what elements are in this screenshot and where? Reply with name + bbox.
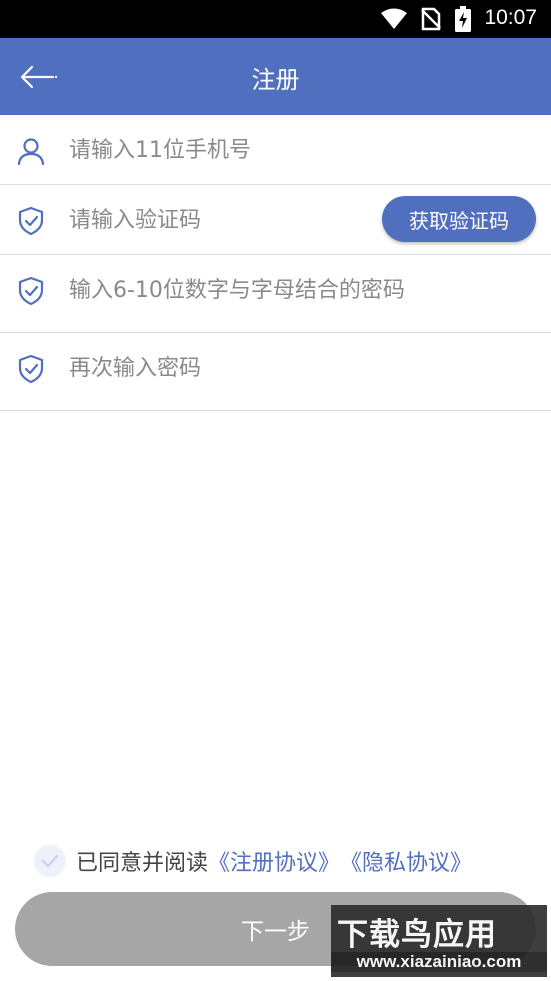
confirm-password-input[interactable] <box>69 347 529 389</box>
page-title: 注册 <box>251 66 300 94</box>
register-form: 获取验证码 <box>0 115 551 411</box>
status-icons <box>381 6 471 32</box>
phone-row <box>0 115 551 185</box>
user-icon <box>17 138 45 166</box>
privacy-agreement-link[interactable]: 《隐私协议》 <box>340 845 472 877</box>
verification-code-input[interactable] <box>69 199 369 241</box>
code-row: 获取验证码 <box>0 185 551 255</box>
watermark-logo: 下载鸟应用 www.xiazainiao.com <box>331 905 547 977</box>
register-agreement-link[interactable]: 《注册协议》 <box>208 845 340 877</box>
watermark-url: www.xiazainiao.com <box>331 952 547 972</box>
agreement: 已同意并阅读 《注册协议》 《隐私协议》 <box>34 843 472 879</box>
confirm-password-row <box>0 333 551 411</box>
app-bar: 注册 <box>0 38 551 115</box>
phone-input[interactable] <box>69 129 369 171</box>
no-sim-icon <box>421 7 441 31</box>
wifi-icon <box>381 8 407 29</box>
agree-checkbox[interactable] <box>34 845 66 877</box>
shield-check-icon <box>18 276 44 306</box>
check-icon <box>41 854 59 868</box>
password-input[interactable] <box>69 269 529 311</box>
status-bar: 10:07 <box>0 0 551 38</box>
get-code-button[interactable]: 获取验证码 <box>382 196 536 242</box>
shield-check-icon <box>18 206 44 236</box>
agreement-text: 已同意并阅读 <box>76 851 209 876</box>
watermark-title: 下载鸟应用 <box>337 917 497 953</box>
battery-charging-icon <box>455 6 471 32</box>
password-row <box>0 255 551 333</box>
shield-check-icon <box>18 354 44 384</box>
status-time: 10:07 <box>484 6 537 29</box>
